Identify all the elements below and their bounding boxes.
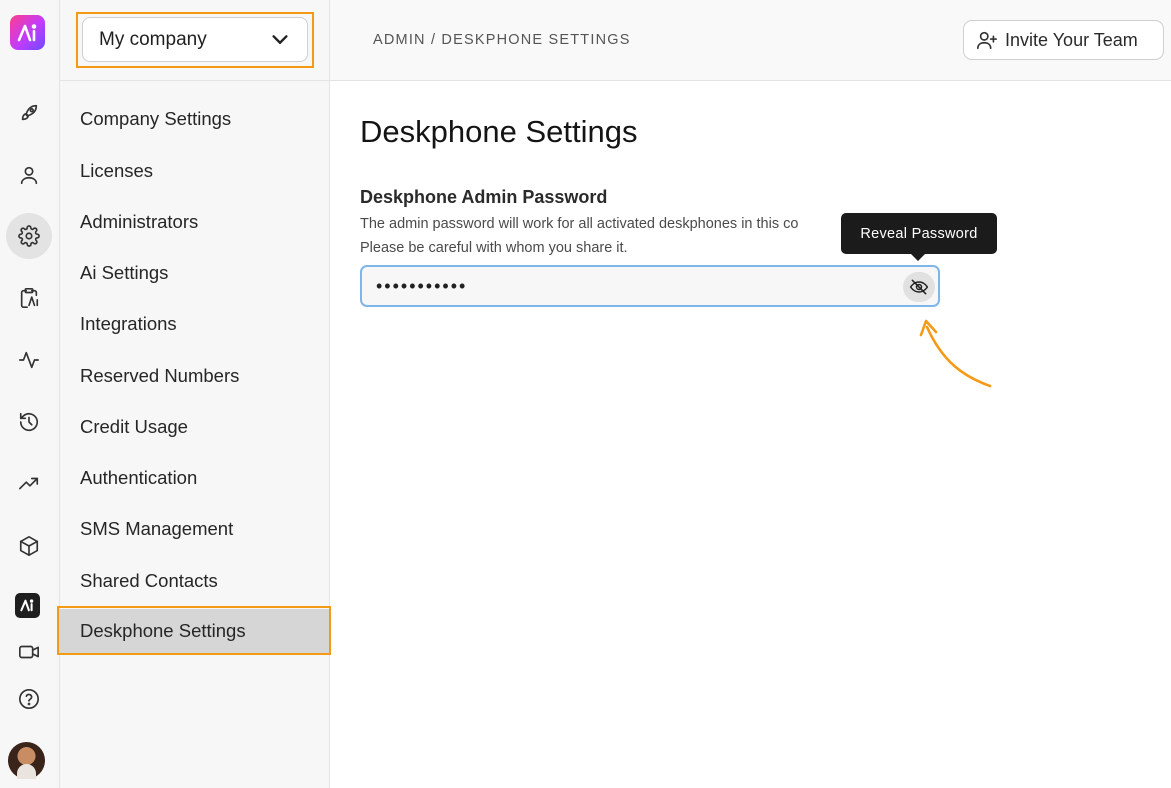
breadcrumb: ADMIN / DESKPHONE SETTINGS: [373, 32, 631, 48]
page-title: Deskphone Settings: [360, 114, 638, 149]
password-field-label: Deskphone Admin Password: [360, 187, 608, 207]
reveal-password-tooltip: Reveal Password: [841, 213, 997, 261]
video-icon[interactable]: [6, 629, 52, 675]
rocket-icon[interactable]: [6, 90, 52, 136]
sidebar-item-integrations[interactable]: Integrations: [60, 302, 330, 346]
sidebar-item-ai-settings[interactable]: Ai Settings: [60, 251, 330, 295]
password-help-text-2: Please be careful with whom you share it…: [360, 240, 628, 256]
user-icon[interactable]: [6, 152, 52, 198]
settings-sidebar: My company Company Settings Licenses Adm…: [57, 0, 331, 788]
password-field[interactable]: •••••••••••: [360, 265, 940, 307]
help-icon[interactable]: [6, 676, 52, 722]
reveal-password-button[interactable]: [903, 272, 935, 302]
invite-team-button[interactable]: Invite Your Team: [963, 20, 1164, 60]
company-select-value: My company: [99, 28, 207, 50]
clipboard-icon[interactable]: [6, 275, 52, 321]
sidebar-item-deskphone-settings[interactable]: Deskphone Settings: [58, 609, 330, 653]
password-masked-value: •••••••••••: [376, 276, 468, 296]
sidebar-item-sms-management[interactable]: SMS Management: [60, 507, 330, 551]
sidebar-item-company-settings[interactable]: Company Settings: [60, 97, 330, 141]
sidebar-item-licenses[interactable]: Licenses: [60, 149, 330, 193]
invite-team-label: Invite Your Team: [1005, 29, 1138, 50]
history-icon[interactable]: [6, 399, 52, 445]
avatar[interactable]: [8, 742, 45, 779]
top-header: ADMIN / DESKPHONE SETTINGS Invite Your T…: [330, 0, 1171, 81]
sidebar-item-administrators[interactable]: Administrators: [60, 200, 330, 244]
sidebar-item-shared-contacts[interactable]: Shared Contacts: [60, 559, 330, 603]
password-help-text: The admin password will work for all act…: [360, 216, 799, 232]
user-plus-icon: [977, 31, 997, 50]
activity-icon[interactable]: [6, 337, 52, 383]
trending-up-icon[interactable]: [6, 461, 52, 507]
icon-rail: [0, 0, 60, 788]
divider: [60, 80, 330, 81]
eye-off-icon: [909, 279, 929, 295]
chevron-down-icon: [272, 34, 288, 44]
app-logo-icon[interactable]: [10, 15, 45, 50]
gear-icon[interactable]: [6, 213, 52, 259]
sidebar-item-credit-usage[interactable]: Credit Usage: [60, 405, 330, 449]
sidebar-item-reserved-numbers[interactable]: Reserved Numbers: [60, 354, 330, 398]
annotation-arrow-icon: [919, 319, 992, 388]
brand-logo-icon[interactable]: [15, 593, 40, 618]
sidebar-item-authentication[interactable]: Authentication: [60, 456, 330, 500]
company-select[interactable]: My company: [82, 17, 308, 62]
cube-icon[interactable]: [6, 523, 52, 569]
